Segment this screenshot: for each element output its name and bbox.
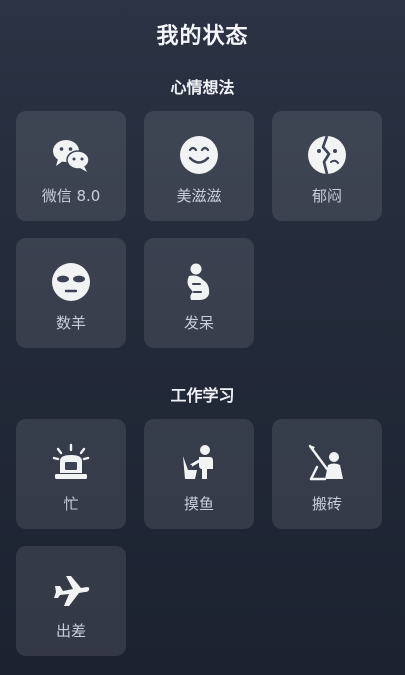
status-label: 忙 <box>63 495 79 513</box>
status-label: 数羊 <box>55 314 86 332</box>
status-label: 郁闷 <box>311 187 342 205</box>
status-tile-wechat[interactable]: 微信 8.0 <box>16 111 126 221</box>
section-title-work: 工作学习 <box>170 386 235 405</box>
airplane-icon <box>51 570 91 610</box>
status-tile-gloomy[interactable]: 郁闷 <box>272 111 382 221</box>
status-tile-busy[interactable]: 忙 <box>16 419 126 529</box>
status-label: 发呆 <box>183 314 214 332</box>
section-title-mood: 心情想法 <box>170 78 235 97</box>
status-tile-brick-moving[interactable]: 搬砖 <box>272 419 382 529</box>
status-tile-daze[interactable]: 发呆 <box>144 238 254 348</box>
status-tile-slacking[interactable]: 摸鱼 <box>144 419 254 529</box>
status-label: 搬砖 <box>311 495 342 513</box>
status-label: 美滋滋 <box>176 187 222 205</box>
broken-heart-face-icon <box>307 135 347 175</box>
alarm-laptop-icon <box>51 443 91 483</box>
shovel-worker-icon <box>307 443 347 483</box>
status-tile-counting-sheep[interactable]: 数羊 <box>16 238 126 348</box>
status-label: 摸鱼 <box>183 495 214 513</box>
status-label: 出差 <box>55 622 86 640</box>
status-tile-happy[interactable]: 美滋滋 <box>144 111 254 221</box>
status-label: 微信 8.0 <box>41 187 101 205</box>
sitting-person-icon <box>179 443 219 483</box>
smiley-face-icon <box>179 135 219 175</box>
crouching-person-icon <box>179 262 219 302</box>
wechat-icon <box>51 135 91 175</box>
page-title: 我的状态 <box>156 24 249 49</box>
status-tile-business-trip[interactable]: 出差 <box>16 546 126 656</box>
sleep-mask-face-icon <box>51 262 91 302</box>
